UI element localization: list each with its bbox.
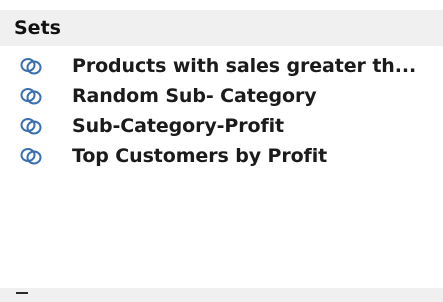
set-icon — [18, 55, 44, 77]
set-icon — [18, 85, 44, 107]
set-item-random-sub-category[interactable]: Random Sub- Category — [0, 81, 443, 111]
set-item-label: Top Customers by Profit — [72, 145, 328, 167]
sets-list: Products with sales greater th... Random… — [0, 51, 443, 171]
sets-section-header: Sets — [0, 10, 443, 46]
set-item-label: Sub-Category-Profit — [72, 115, 285, 137]
set-item-top-customers-by-profit[interactable]: Top Customers by Profit — [0, 141, 443, 171]
set-icon — [18, 115, 44, 137]
set-item-label: Products with sales greater th... — [72, 55, 417, 77]
set-icon — [18, 145, 44, 167]
set-item-label: Random Sub- Category — [72, 85, 317, 107]
next-section-header-text-partial — [16, 292, 28, 294]
set-item-sub-category-profit[interactable]: Sub-Category-Profit — [0, 111, 443, 141]
sets-header-label: Sets — [14, 17, 61, 39]
set-item-products-with-sales[interactable]: Products with sales greater th... — [0, 51, 443, 81]
next-section-header — [0, 288, 443, 302]
data-pane: Sets Products with sales greater th... R… — [0, 0, 443, 302]
